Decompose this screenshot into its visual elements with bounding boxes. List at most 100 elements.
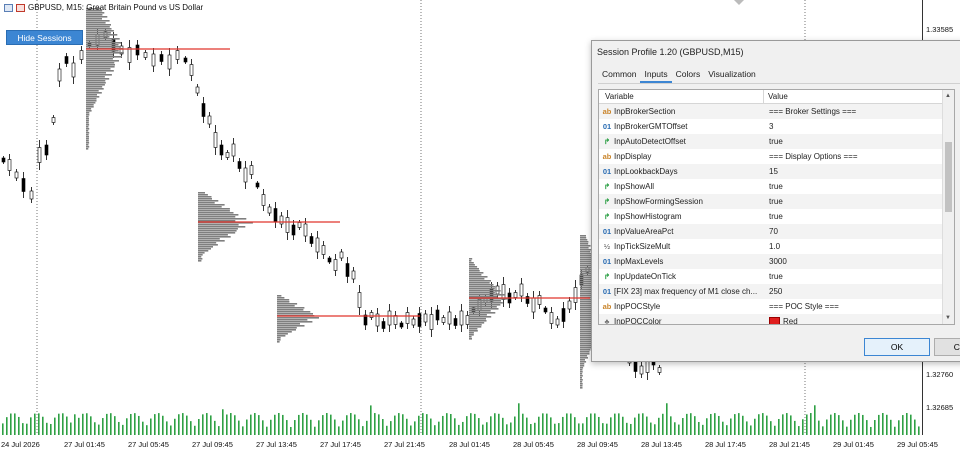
candle-body [399, 322, 404, 328]
volume-bar [842, 420, 844, 435]
volume-profile-bar [469, 280, 491, 282]
input-value-text: === Broker Settings === [769, 107, 857, 116]
volume-bar [634, 417, 636, 435]
volume-bar [818, 420, 820, 435]
volume-profile-bar [580, 381, 583, 383]
input-value[interactable]: true [765, 197, 783, 206]
input-row[interactable]: ½ InpTickSizeMult 1.0 [599, 239, 954, 254]
candle-body [561, 308, 566, 322]
volume-bar [790, 415, 792, 435]
inputs-grid[interactable]: Variable Value ab InpBrokerSection === Bro… [598, 89, 955, 325]
volume-profile-bar [277, 297, 285, 299]
tab-common[interactable]: Common [598, 67, 640, 83]
input-row[interactable]: 01 InpBrokerGMTOffset 3 [599, 119, 954, 134]
tab-colors[interactable]: Colors [672, 67, 705, 83]
volume-bar [110, 413, 112, 435]
input-value[interactable]: true [765, 272, 783, 281]
volume-profile-bar [580, 361, 587, 363]
input-row[interactable]: ↱ InpShowAll true [599, 179, 954, 194]
volume-profile-bar [198, 250, 209, 252]
volume-profile-bar [277, 321, 313, 323]
input-row[interactable]: ↱ InpShowHistogram true [599, 209, 954, 224]
input-value[interactable]: 15 [765, 167, 778, 176]
chart-shift-marker-icon[interactable] [734, 0, 744, 5]
tab-inputs[interactable]: Inputs [640, 67, 672, 83]
volume-profile-bar [198, 200, 219, 202]
volume-profile-bar [198, 214, 239, 216]
input-value[interactable]: true [765, 212, 783, 221]
grid-scrollbar[interactable]: ▲ ▼ [942, 90, 954, 324]
input-value[interactable]: Red [765, 316, 798, 325]
input-row[interactable]: 01 InpLookbackDays 15 [599, 164, 954, 179]
volume-bar [766, 415, 768, 435]
input-value[interactable]: 3 [765, 122, 773, 131]
volume-bar [166, 421, 168, 435]
volume-profile-bar [580, 245, 591, 247]
input-value-text: === POC Style === [769, 302, 839, 311]
input-row[interactable]: 01 [FIX 23] max frequency of M1 close ch.… [599, 284, 954, 299]
volume-bar [722, 421, 724, 435]
scroll-up-icon[interactable]: ▲ [945, 93, 951, 99]
input-row[interactable]: ab InpPOCStyle === POC Style === [599, 299, 954, 314]
input-value-text: 1.0 [769, 242, 781, 251]
volume-bar [86, 413, 88, 435]
volume-bar [334, 419, 336, 435]
volume-bar [206, 413, 208, 435]
volume-bar [474, 413, 476, 435]
volume-bar [642, 413, 644, 435]
input-value[interactable]: 1.0 [765, 242, 780, 251]
candle-body [249, 165, 254, 175]
input-value[interactable]: 3000 [765, 257, 787, 266]
input-row[interactable]: ab InpDisplay === Display Options === [599, 149, 954, 164]
volume-profile-bar [86, 122, 89, 124]
volume-bar [670, 416, 672, 435]
input-value-text: 15 [769, 167, 778, 176]
volume-bar [846, 426, 848, 435]
candle-body [465, 315, 470, 325]
ok-button[interactable]: OK [864, 338, 930, 356]
input-value[interactable]: true [765, 137, 783, 146]
input-value[interactable]: true [765, 182, 783, 191]
input-row[interactable]: 01 InpMaxLevels 3000 [599, 254, 954, 269]
input-row[interactable]: ↱ InpShowFormingSession true [599, 194, 954, 209]
indicator-properties-dialog[interactable]: Session Profile 1.20 (GBPUSD,M15) Common… [591, 40, 960, 362]
input-row[interactable]: ↱ InpUpdateOnTick true [599, 269, 954, 284]
hide-sessions-button[interactable]: Hide Sessions [6, 30, 83, 45]
volume-profile-bar [580, 375, 583, 377]
input-value[interactable]: === POC Style === [765, 302, 839, 311]
volume-bar [286, 420, 288, 435]
tab-visualization[interactable]: Visualization [704, 67, 760, 83]
input-value[interactable]: 70 [765, 227, 778, 236]
input-row[interactable]: ♣ InpPOCColor Red [599, 314, 954, 325]
candle-body [175, 50, 180, 60]
volume-bar [326, 413, 328, 435]
volume-profile-bar [469, 332, 474, 334]
input-value[interactable]: 250 [765, 287, 782, 296]
column-header-value[interactable]: Value [764, 90, 788, 103]
volume-bar [122, 424, 124, 435]
input-value-text: Red [783, 317, 798, 325]
input-row[interactable]: ↱ InpAutoDetectOffset true [599, 134, 954, 149]
input-value[interactable]: === Broker Settings === [765, 107, 856, 116]
scroll-down-icon[interactable]: ▼ [945, 315, 951, 321]
input-value[interactable]: === Display Options === [765, 152, 858, 161]
volume-profile-bar [469, 296, 498, 298]
volume-profile-bar [277, 337, 281, 339]
volume-profile-bar [86, 106, 94, 108]
input-variable-name: InpPOCColor [614, 317, 662, 325]
input-row[interactable]: ab InpBrokerSection === Broker Settings ==… [599, 104, 954, 119]
column-header-variable[interactable]: Variable [599, 90, 764, 103]
scrollbar-thumb[interactable] [945, 142, 952, 212]
input-row[interactable]: 01 InpValueAreaPct 70 [599, 224, 954, 239]
volume-bar [330, 414, 332, 435]
cancel-button[interactable]: Cancel [934, 338, 960, 356]
volume-bar [822, 426, 824, 435]
volume-bar [838, 415, 840, 435]
volume-bar [318, 420, 320, 435]
volume-bar [106, 413, 108, 435]
candle-body [237, 161, 242, 169]
volume-bar [366, 420, 368, 435]
candle-body [657, 367, 662, 373]
input-variable-name: InpUpdateOnTick [614, 272, 676, 281]
candle-body [255, 182, 260, 188]
